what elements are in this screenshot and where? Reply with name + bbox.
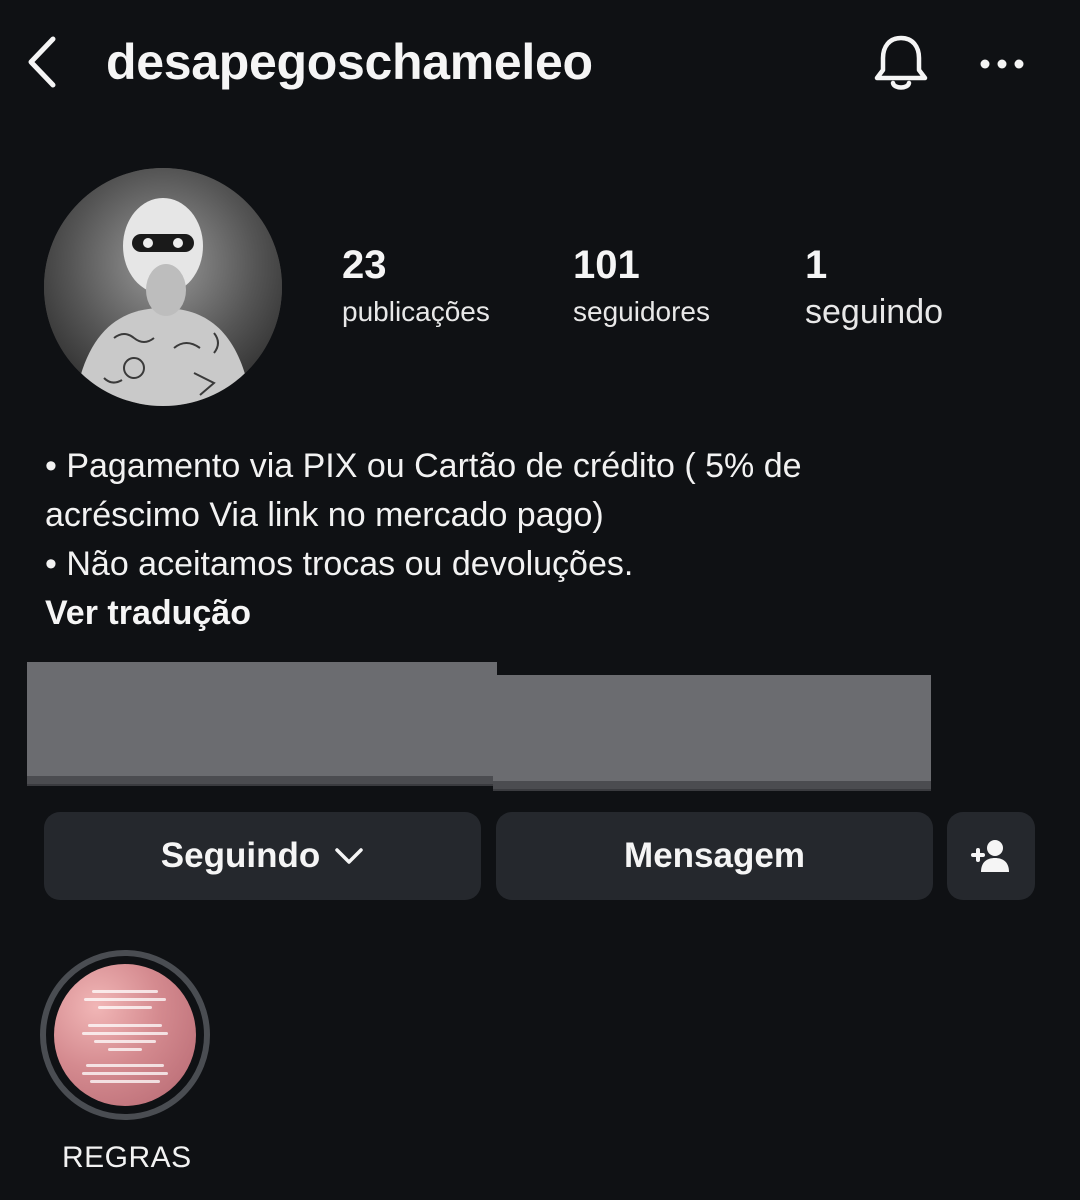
posts-count[interactable]: 23 publicações	[342, 240, 490, 330]
more-options-button[interactable]	[970, 36, 1034, 92]
followers-label: seguidores	[573, 296, 710, 327]
highlight-cover	[54, 964, 196, 1106]
person-add-icon	[971, 840, 1009, 872]
see-translation-link[interactable]: Ver tradução	[45, 590, 251, 636]
bio-line: acréscimo Via link no mercado pago)	[45, 496, 604, 534]
message-button[interactable]: Mensagem	[496, 812, 933, 900]
following-label: seguindo	[805, 293, 944, 331]
add-user-button[interactable]	[947, 812, 1035, 900]
highlight-ring	[40, 950, 210, 1120]
bio-line: • Pagamento via PIX ou Cartão de crédito…	[45, 447, 802, 485]
chevron-down-icon	[334, 846, 364, 866]
profile-photo	[44, 168, 282, 406]
message-button-label: Mensagem	[624, 836, 805, 875]
followers-value: 101	[573, 243, 640, 287]
bell-icon	[874, 35, 928, 90]
profile-avatar[interactable]	[44, 168, 282, 406]
followers-count[interactable]: 101 seguidores	[573, 240, 710, 330]
following-button-label: Seguindo	[160, 836, 321, 875]
following-button[interactable]: Seguindo	[44, 812, 481, 900]
highlight-label: REGRAS	[62, 1141, 192, 1174]
redacted-block	[27, 662, 497, 784]
redacted-block	[493, 675, 931, 789]
more-horizontal-icon	[980, 59, 1024, 69]
profile-header: desapegoschameleo	[0, 0, 1080, 130]
posts-label: publicações	[342, 296, 490, 327]
story-highlight[interactable]: REGRAS	[38, 950, 216, 1174]
following-count[interactable]: 1 seguindo	[805, 240, 943, 332]
profile-bio: • Pagamento via PIX ou Cartão de crédito…	[45, 442, 1045, 589]
notifications-button[interactable]	[866, 28, 936, 98]
profile-username: desapegoschameleo	[106, 34, 593, 90]
chevron-left-icon	[28, 36, 56, 88]
following-value: 1	[805, 243, 828, 287]
bio-line: • Não aceitamos trocas ou devoluções.	[45, 545, 634, 583]
back-button[interactable]	[18, 30, 66, 94]
posts-value: 23	[342, 243, 387, 287]
